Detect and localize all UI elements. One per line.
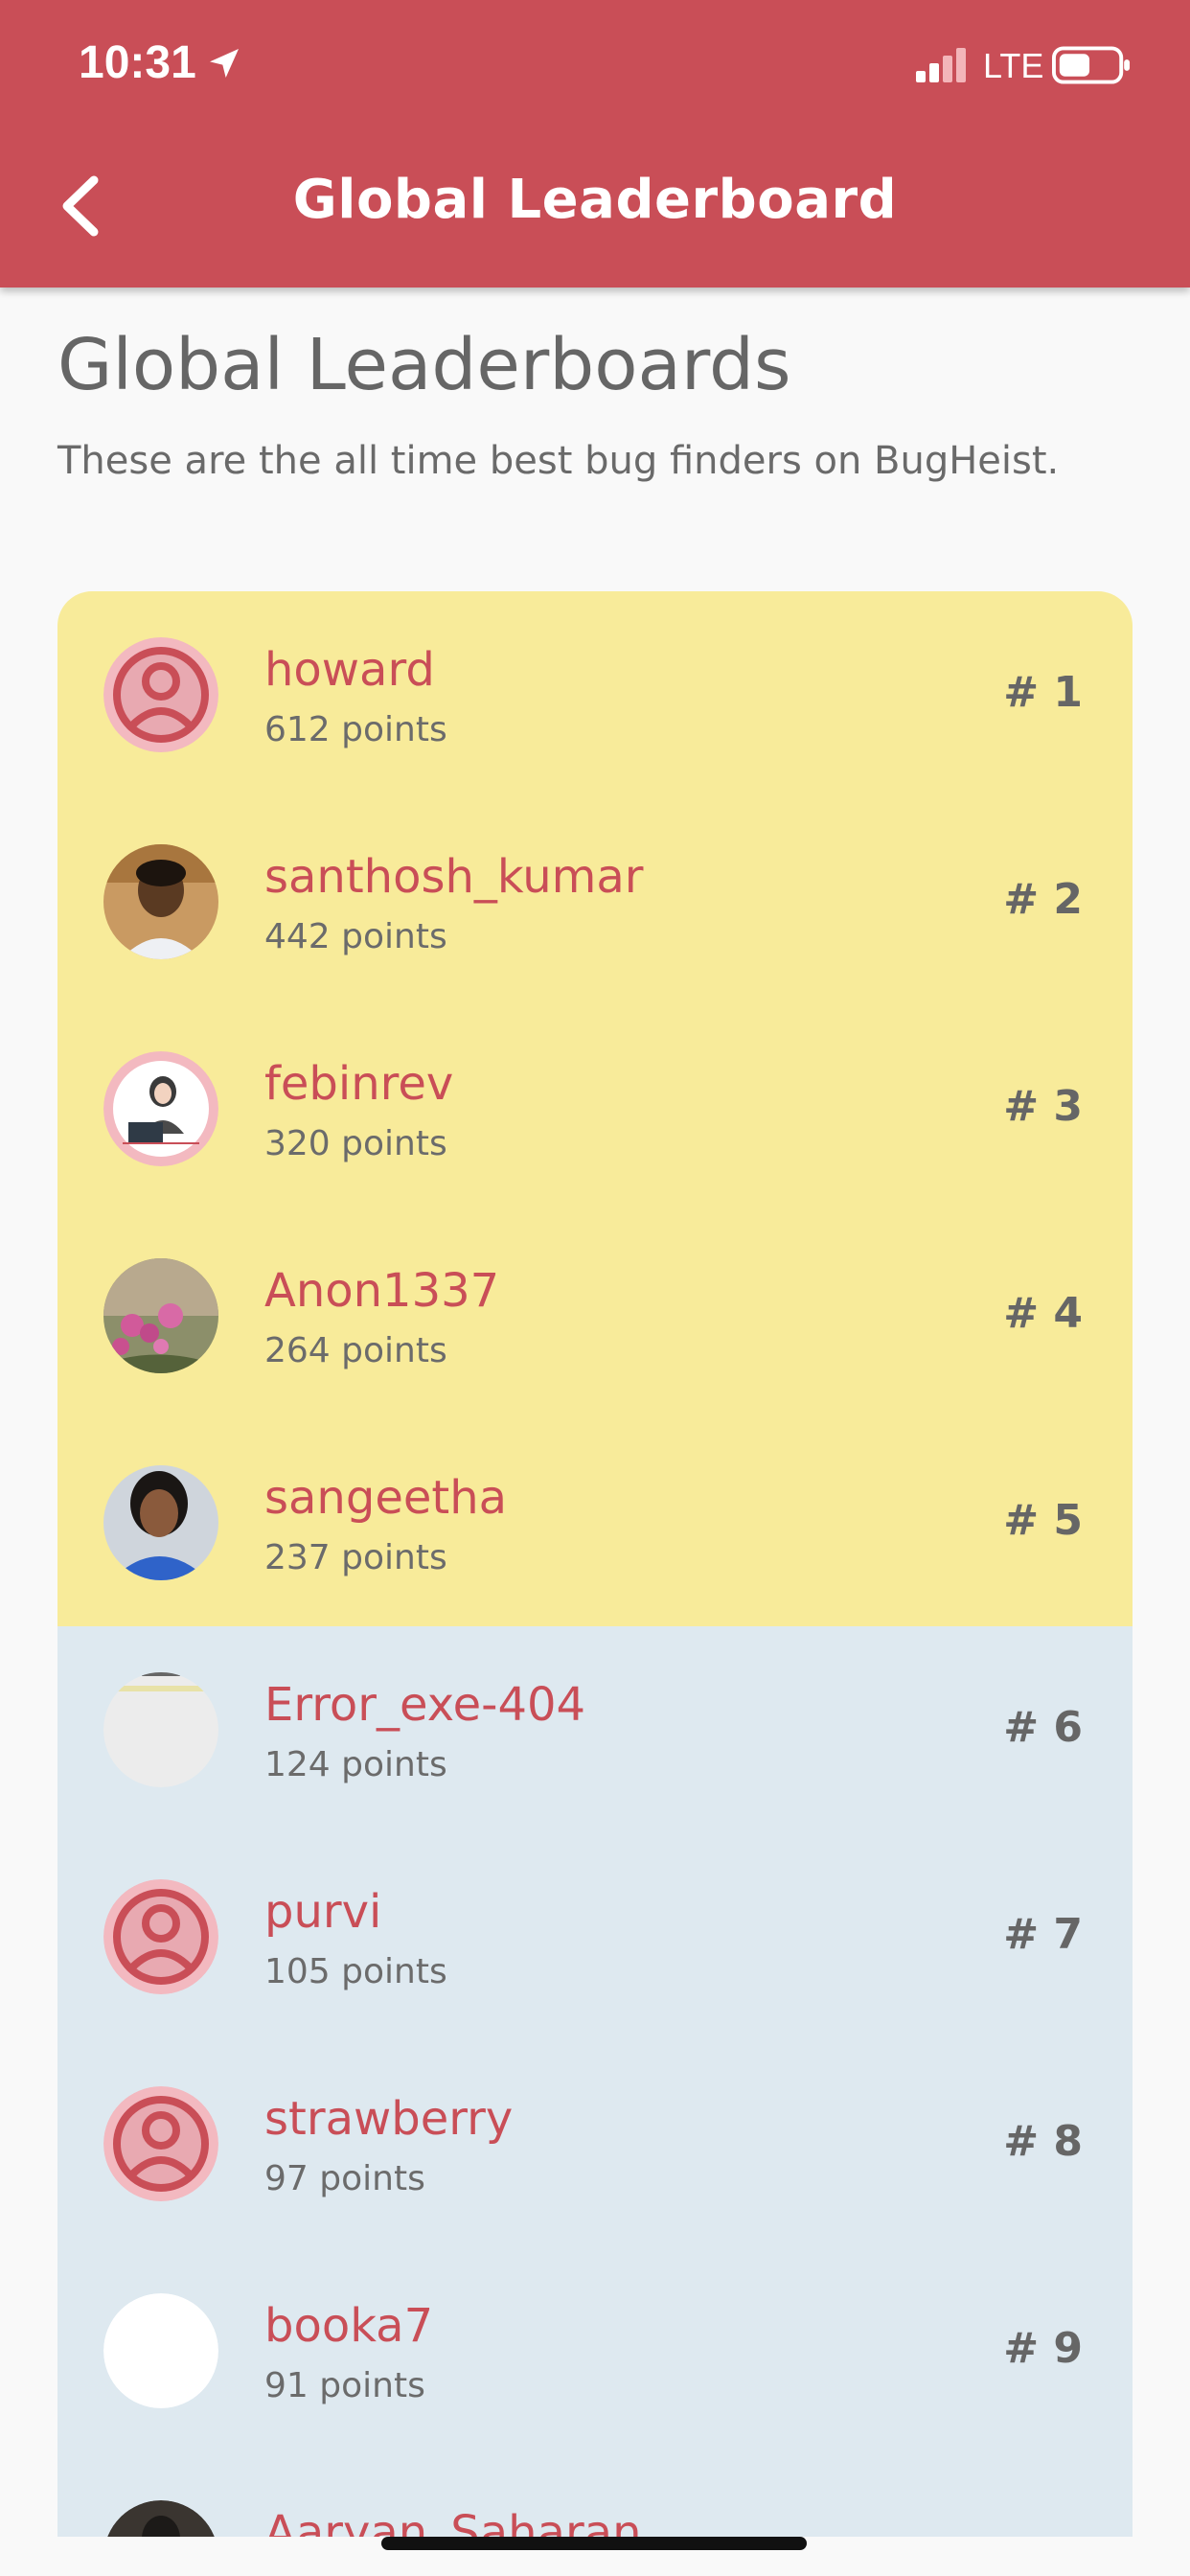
user-photo-avatar: [103, 1258, 218, 1373]
points: 442 points: [264, 917, 447, 956]
cellular-signal-icon: [916, 48, 966, 82]
user-photo-avatar: [103, 1051, 218, 1166]
user-photo-avatar: [103, 1465, 218, 1580]
points: 91 points: [264, 2366, 425, 2405]
status-bar: 10:31 LTE: [0, 0, 1190, 134]
header-title: Global Leaderboard: [292, 169, 898, 231]
battery-icon: [1052, 46, 1131, 84]
app-header: 10:31 LTE Global Leaderboard: [0, 0, 1190, 288]
user-photo-avatar: [103, 1672, 218, 1787]
points: 612 points: [264, 710, 447, 749]
leaderboard-row[interactable]: howard 612 points # 1: [57, 591, 1133, 798]
username[interactable]: febinrev: [264, 1057, 453, 1111]
username[interactable]: Error_exe-404: [264, 1678, 585, 1732]
username[interactable]: Aaryan_Saharan: [264, 2506, 642, 2537]
location-arrow-icon: [210, 49, 239, 78]
leaderboard-row[interactable]: booka7 91 points # 9: [57, 2247, 1133, 2454]
page-subtitle: These are the all time best bug finders …: [57, 439, 1060, 483]
user-photo-avatar: [103, 2293, 218, 2408]
rank-badge: # 2: [1003, 875, 1083, 924]
leaderboard-row[interactable]: santhosh_kumar 442 points # 2: [57, 798, 1133, 1005]
points: 264 points: [264, 1331, 447, 1370]
leaderboard-row[interactable]: strawberry 97 points # 8: [57, 2040, 1133, 2247]
rank-badge: # 8: [1003, 2117, 1083, 2166]
user-photo-avatar: [107, 2500, 215, 2537]
leaderboard-row[interactable]: purvi 105 points # 7: [57, 1833, 1133, 2040]
leaderboard-list: howard 612 points # 1 santhosh_kumar 442…: [57, 591, 1133, 2537]
rank-badge: # 3: [1003, 1082, 1083, 1131]
rank-badge: # 1: [1003, 668, 1083, 717]
points: 320 points: [264, 1124, 447, 1163]
default-user-icon: [103, 1879, 218, 1994]
default-user-icon: [103, 2086, 218, 2201]
username[interactable]: strawberry: [264, 2092, 513, 2146]
leaderboard-row[interactable]: Aaryan_Saharan: [57, 2454, 1133, 2537]
points: 237 points: [264, 1538, 447, 1577]
rank-badge: # 4: [1003, 1289, 1083, 1338]
rank-badge: # 5: [1003, 1496, 1083, 1545]
leaderboard-row[interactable]: Error_exe-404 124 points # 6: [57, 1626, 1133, 1833]
default-user-icon: [103, 637, 218, 752]
username[interactable]: purvi: [264, 1885, 381, 1939]
username[interactable]: Anon1337: [264, 1264, 499, 1318]
points: 97 points: [264, 2159, 425, 2198]
page-title: Global Leaderboards: [57, 324, 791, 406]
rank-badge: # 7: [1003, 1910, 1083, 1959]
points: 124 points: [264, 1745, 447, 1784]
username[interactable]: booka7: [264, 2299, 433, 2353]
leaderboard-row[interactable]: sangeetha 237 points # 5: [57, 1419, 1133, 1626]
rank-badge: # 9: [1003, 2324, 1083, 2373]
leaderboard-row[interactable]: Anon1337 264 points # 4: [57, 1212, 1133, 1419]
rank-badge: # 6: [1003, 1703, 1083, 1752]
username[interactable]: howard: [264, 643, 435, 697]
status-time: 10:31: [79, 37, 196, 88]
user-photo-avatar: [103, 844, 218, 959]
username[interactable]: sangeetha: [264, 1471, 507, 1525]
username[interactable]: santhosh_kumar: [264, 850, 644, 904]
points: 105 points: [264, 1952, 447, 1991]
leaderboard-row[interactable]: febinrev 320 points # 3: [57, 1005, 1133, 1212]
network-type: LTE: [983, 46, 1044, 85]
home-indicator[interactable]: [381, 2537, 807, 2550]
